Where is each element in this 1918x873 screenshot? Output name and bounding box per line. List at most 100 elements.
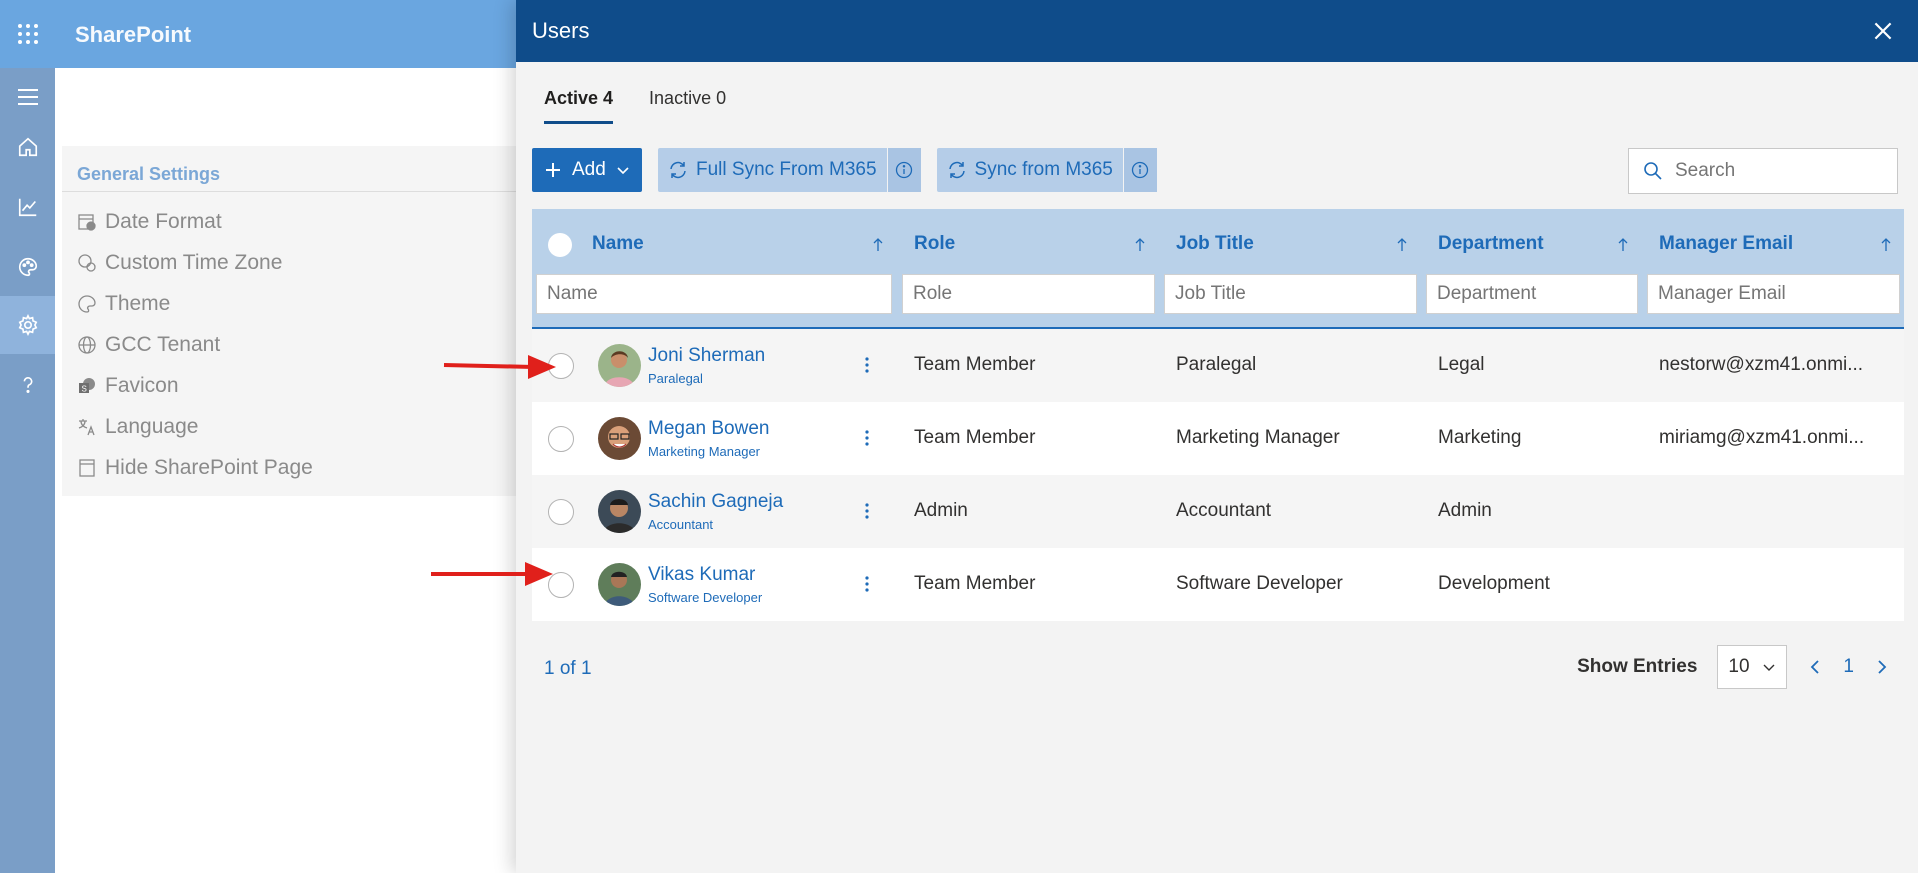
setting-gcc-tenant[interactable]: GCC Tenant [77, 333, 220, 357]
avatar [598, 344, 641, 387]
cell-job-title: Accountant [1176, 500, 1272, 521]
column-header-manager-email[interactable]: Manager Email [1659, 233, 1793, 255]
setting-label: Favicon [105, 374, 179, 397]
setting-custom-time-zone[interactable]: Custom Time Zone [77, 251, 282, 275]
user-name-link[interactable]: Vikas Kumar [648, 564, 755, 586]
cell-job-title: Software Developer [1176, 573, 1343, 594]
tab-active[interactable]: Active 4 [544, 88, 614, 124]
close-icon[interactable] [1870, 18, 1896, 44]
info-icon [1132, 161, 1149, 179]
nav-home[interactable] [0, 118, 55, 176]
users-grid: Name Role Job Title Department Manager E… [532, 209, 1904, 621]
current-page[interactable]: 1 [1843, 656, 1854, 678]
add-button[interactable]: Add [532, 148, 642, 192]
sort-arrow-up-icon[interactable] [1394, 235, 1410, 255]
cell-department: Legal [1438, 354, 1485, 375]
chart-line-icon [18, 198, 36, 217]
panel-header: Users [516, 0, 1918, 62]
column-header-department[interactable]: Department [1438, 233, 1544, 255]
nav-help[interactable] [0, 356, 55, 414]
setting-date-format[interactable]: Date Format [77, 210, 222, 234]
user-subtitle: Accountant [648, 517, 714, 532]
chevron-right-icon[interactable] [1874, 659, 1890, 675]
sort-arrow-up-icon[interactable] [1878, 235, 1894, 255]
settings-title: General Settings [77, 164, 221, 184]
setting-language[interactable]: Language [77, 415, 198, 439]
avatar [598, 490, 641, 533]
gear-icon [18, 314, 37, 336]
nav-analytics[interactable] [0, 178, 55, 236]
cell-role: Team Member [914, 354, 1036, 375]
search-input[interactable] [1675, 160, 1875, 182]
table-row[interactable]: Megan Bowen Marketing Manager Team Membe… [532, 402, 1904, 475]
nav-settings[interactable] [0, 296, 55, 354]
home-icon [18, 137, 37, 157]
sync-button[interactable]: Sync from M365 [936, 148, 1157, 192]
sync-label: Sync from M365 [974, 159, 1113, 180]
page-size-select[interactable]: 10 [1717, 645, 1788, 689]
more-vertical-icon[interactable] [862, 426, 872, 450]
chevron-down-icon [617, 167, 629, 175]
chevron-left-icon[interactable] [1807, 659, 1823, 675]
palette-icon [78, 295, 96, 313]
app-launcher-button[interactable] [0, 0, 55, 68]
annotation-arrow-icon [443, 355, 556, 379]
table-row[interactable]: Joni Sherman Paralegal Team Member Paral… [532, 329, 1904, 402]
filter-job-title-input[interactable] [1164, 274, 1417, 314]
hamburger-icon [17, 89, 38, 105]
filter-manager-email-input[interactable] [1647, 274, 1900, 314]
user-name-link[interactable]: Joni Sherman [648, 345, 765, 367]
toolbar: Add Full Sync From M365 Sync from M365 [532, 148, 1157, 192]
user-name-link[interactable]: Megan Bowen [648, 418, 769, 440]
info-icon [895, 161, 913, 179]
setting-hide-sharepoint-page[interactable]: Hide SharePoint Page [77, 456, 313, 480]
setting-label: Custom Time Zone [105, 251, 283, 274]
cell-department: Development [1438, 573, 1550, 594]
general-settings-card [62, 146, 542, 496]
nav-theme[interactable] [0, 238, 55, 296]
table-row[interactable]: Vikas Kumar Software Developer Team Memb… [532, 548, 1904, 621]
show-entries-label: Show Entries [1577, 656, 1698, 677]
more-vertical-icon[interactable] [862, 353, 872, 377]
sync-info-button[interactable] [1122, 148, 1157, 192]
table-row[interactable]: Sachin Gagneja Accountant Admin Accounta… [532, 475, 1904, 548]
select-all-checkbox[interactable] [548, 233, 572, 257]
full-sync-info-button[interactable] [886, 148, 921, 192]
filter-department-input[interactable] [1426, 274, 1638, 314]
avatar [598, 563, 641, 606]
filter-role-input[interactable] [902, 274, 1155, 314]
globe-icon [78, 336, 96, 354]
sort-arrow-up-icon[interactable] [1132, 235, 1148, 255]
chevron-down-icon [1763, 664, 1775, 671]
full-sync-button[interactable]: Full Sync From M365 [658, 148, 921, 192]
question-icon [23, 376, 32, 393]
cell-department: Admin [1438, 500, 1492, 521]
users-panel: Users Active 4 Inactive 0 Add Full Sync … [516, 0, 1918, 873]
row-select-checkbox[interactable] [548, 499, 574, 525]
sort-arrow-up-icon[interactable] [1615, 235, 1631, 255]
setting-favicon[interactable]: S Favicon [77, 374, 179, 398]
panel-title: Users [532, 18, 590, 43]
cell-job-title: Marketing Manager [1176, 427, 1340, 448]
row-select-checkbox[interactable] [548, 426, 574, 452]
avatar [598, 417, 641, 460]
setting-theme[interactable]: Theme [77, 292, 170, 316]
filter-name-input[interactable] [536, 274, 892, 314]
column-header-role[interactable]: Role [914, 233, 955, 255]
sort-arrow-up-icon[interactable] [870, 235, 886, 255]
annotation-arrow-icon [431, 562, 553, 586]
user-name-link[interactable]: Sachin Gagneja [648, 491, 783, 513]
user-subtitle: Paralegal [648, 371, 703, 386]
add-label: Add [572, 159, 606, 180]
setting-label: Theme [105, 292, 171, 315]
more-vertical-icon[interactable] [862, 499, 872, 523]
tab-inactive[interactable]: Inactive 0 [649, 88, 726, 124]
cell-manager-email: miriamg@xzm41.onmi... [1659, 427, 1865, 448]
column-header-job-title[interactable]: Job Title [1176, 233, 1254, 255]
column-header-name[interactable]: Name [592, 233, 644, 255]
grid-header: Name Role Job Title Department Manager E… [532, 209, 1904, 329]
setting-label: Date Format [105, 210, 222, 233]
search-box[interactable] [1628, 148, 1898, 194]
cell-job-title: Paralegal [1176, 354, 1257, 375]
more-vertical-icon[interactable] [862, 572, 872, 596]
